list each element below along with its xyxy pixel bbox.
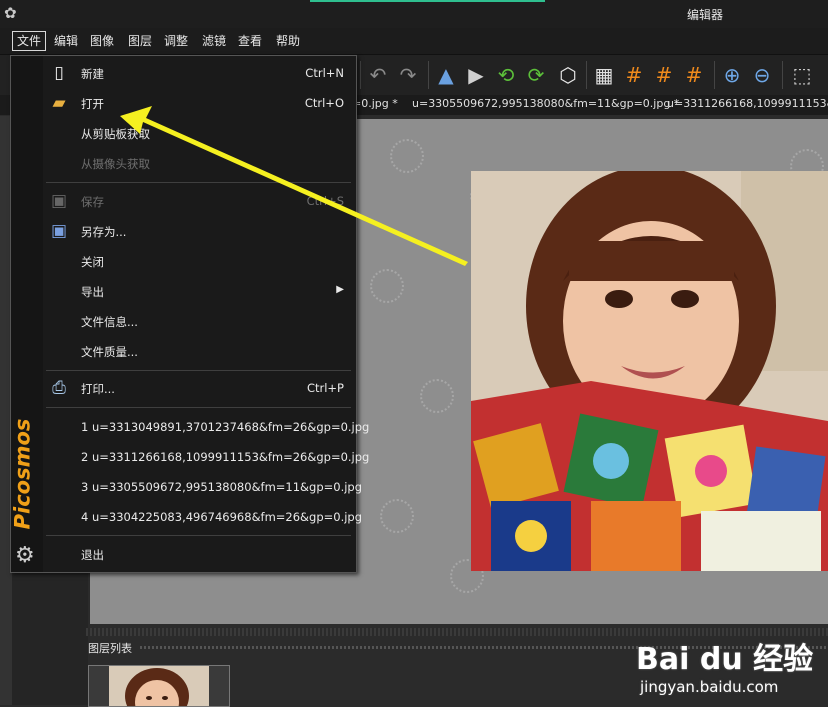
menu-file[interactable]: 文件 [12,31,47,51]
grid-orange-icon[interactable]: # [622,63,646,87]
menu-image[interactable]: 图像 [86,32,118,50]
toolbar-separator [782,61,783,89]
menu-item-label: 文件质量... [81,345,138,359]
menu-bar: 文件 编辑 图像 图层 调整 滤镜 查看 帮助 [0,28,828,55]
select-icon[interactable]: ⬚ [790,63,814,87]
background-flower-pattern [390,139,424,173]
menu-item-file-quality[interactable]: 文件质量... [11,337,356,365]
submenu-arrow-icon: ▶ [336,284,344,295]
baidu-jingyan-logo: Bai du 经验 [636,642,814,677]
menu-view[interactable]: 查看 [234,32,266,50]
menu-item-label: 另存为... [81,225,127,239]
menu-item-shortcut: Ctrl+N [305,66,344,80]
menu-item-label: 打印... [81,382,115,396]
menu-item-save: ▣ 保存 Ctrl+S [11,187,356,215]
menu-item-label: 保存 [81,195,104,209]
file-menu-dropdown: ▯ 新建 Ctrl+N ▰ 打开 Ctrl+O 从剪贴板获取 从摄像头获取 ▣ … [10,55,369,573]
flip-horizontal-icon[interactable]: ▶ [464,63,488,87]
new-file-icon: ▯ [54,63,64,83]
menu-separator [46,535,351,536]
menu-item-recent-file[interactable]: 4 u=3304225083,496746968&fm=26&gp=0.jpg [11,503,362,531]
save-as-icon: ▣ [50,221,68,241]
title-accent-bar [310,0,545,2]
tab-document[interactable]: =0.jpg * [352,97,398,110]
background-flower-pattern [420,379,454,413]
redo-icon[interactable]: ↷ [396,63,420,87]
toolbar-separator [586,61,587,89]
tab-document[interactable]: u=3305509672,995138080&fm=11&gp=0.jpg * [412,97,679,110]
menu-item-from-clipboard[interactable]: 从剪贴板获取 [11,119,356,147]
child-photo-image [471,171,828,571]
menu-item-shortcut: Ctrl+O [304,96,344,110]
menu-item-label: 从摄像头获取 [81,157,150,171]
menu-item-recent-file[interactable]: 3 u=3305509672,995138080&fm=11&gp=0.jpg [11,473,362,501]
menu-item-label: 从剪贴板获取 [81,127,150,141]
tab-document[interactable]: u=3311266168,1099911153&fm [667,97,828,110]
baidu-watermark: Bai du 经验 jingyan.baidu.com [636,634,826,704]
menu-item-new[interactable]: ▯ 新建 Ctrl+N [11,59,356,87]
menu-layer[interactable]: 图层 [124,32,156,50]
menu-item-recent-file[interactable]: 1 u=3313049891,3701237468&fm=26&gp=0.jpg [11,413,369,441]
toolbar-separator [360,61,361,89]
toolbar-separator [428,61,429,89]
menu-item-from-camera: 从摄像头获取 [11,149,356,177]
background-flower-pattern [370,269,404,303]
menu-separator [46,407,351,408]
layers-panel-title: 图层列表 [88,642,132,655]
grid-icon[interactable]: ▦ [592,63,616,87]
menu-item-label: 导出 [81,285,104,299]
window-title: 编辑器 [686,8,723,22]
menu-help[interactable]: 帮助 [272,32,304,50]
watermark-url: jingyan.baidu.com [640,678,779,696]
menu-item-shortcut: Ctrl+P [306,381,344,395]
menu-item-shortcut: Ctrl+S [306,194,344,208]
menu-item-label: 4 u=3304225083,496746968&fm=26&gp=0.jpg [81,510,363,524]
menu-item-label: 新建 [81,67,104,81]
menu-item-label: 2 u=3311266168,1099911153&fm=26&gp=0.jpg [81,450,370,464]
menu-adjust[interactable]: 调整 [160,32,192,50]
menu-item-label: 文件信息... [81,315,138,329]
menu-item-label: 退出 [81,548,104,562]
save-icon: ▣ [50,191,68,211]
menu-item-label: 1 u=3313049891,3701237468&fm=26&gp=0.jpg [81,420,370,434]
menu-item-export[interactable]: 导出 ▶ [11,277,356,305]
background-flower-pattern [380,499,414,533]
toolbar-separator [714,61,715,89]
open-folder-icon: ▰ [52,93,66,113]
menu-item-label: 3 u=3305509672,995138080&fm=11&gp=0.jpg [81,480,363,494]
menu-item-close[interactable]: 关闭 [11,247,356,275]
rotate-left-icon[interactable]: ⟲ [494,63,518,87]
layer-thumbnail[interactable] [88,665,230,707]
menu-edit[interactable]: 编辑 [50,32,82,50]
brand-text: Picosmos [10,418,35,530]
rotate-right-icon[interactable]: ⟳ [524,63,548,87]
app-logo-icon[interactable]: ✿ [4,5,20,21]
menu-item-label: 关闭 [81,255,104,269]
undo-icon[interactable]: ↶ [366,63,390,87]
zoom-in-icon[interactable]: ⊕ [720,63,744,87]
menu-item-recent-file[interactable]: 2 u=3311266168,1099911153&fm=26&gp=0.jpg [11,443,369,471]
printer-icon: ⎙ [52,378,66,398]
zoom-out-icon[interactable]: ⊖ [750,63,774,87]
menu-item-print[interactable]: ⎙ 打印... Ctrl+P [11,374,356,402]
grid-orange2-icon[interactable]: # [652,63,676,87]
grid-orange3-icon[interactable]: # [682,63,706,87]
gear-icon: ⚙ [15,543,35,568]
menu-item-file-info[interactable]: 文件信息... [11,307,356,335]
picosmos-brand: Picosmos [10,416,43,536]
menu-item-save-as[interactable]: ▣ 另存为... [11,217,356,245]
menu-separator [46,370,351,371]
menu-item-open[interactable]: ▰ 打开 Ctrl+O [11,89,356,117]
rotate-free-icon[interactable]: ⬡ [556,63,580,87]
flip-vertical-icon[interactable]: ▲ [434,63,458,87]
menu-filter[interactable]: 滤镜 [198,32,230,50]
menu-separator [46,182,351,183]
menu-item-exit[interactable]: 退出 [11,540,356,568]
menu-item-label: 打开 [81,97,104,111]
